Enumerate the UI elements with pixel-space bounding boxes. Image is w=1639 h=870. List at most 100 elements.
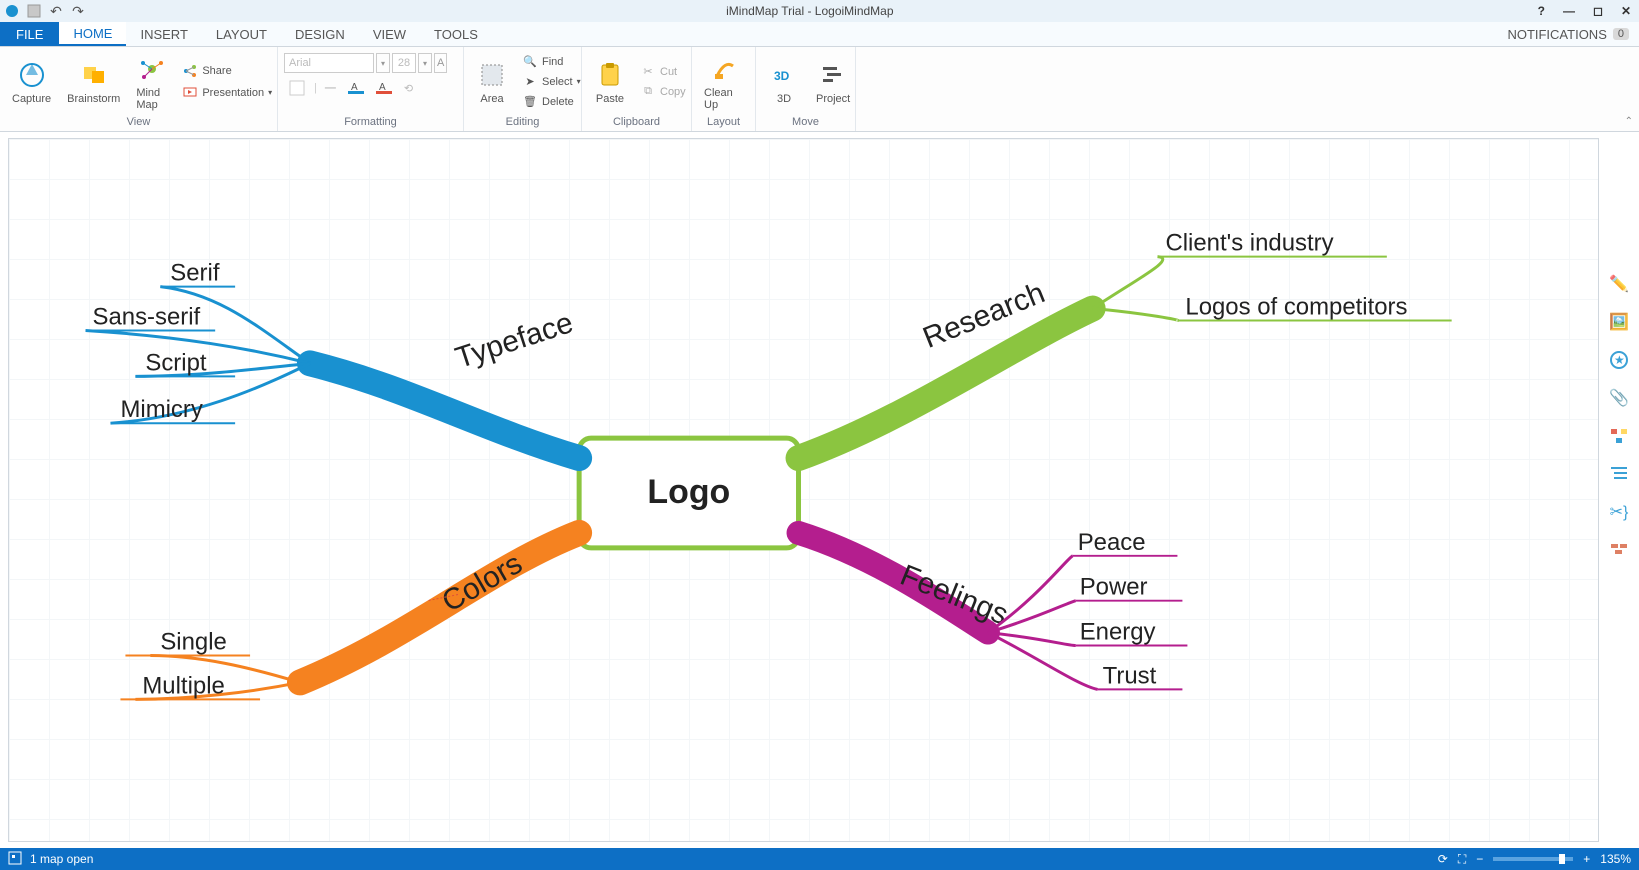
fill-color-button[interactable]: [284, 77, 310, 99]
branch-colors[interactable]: [300, 533, 579, 683]
typeface-child-1[interactable]: Sans-serif: [93, 303, 201, 330]
gantt-icon: [817, 59, 849, 91]
delete-button[interactable]: 🗑Delete: [518, 92, 585, 112]
branch-typeface-label[interactable]: Typeface: [451, 306, 577, 375]
scissors-icon: ✂: [640, 64, 656, 80]
maps-icon[interactable]: [8, 851, 22, 868]
dropdown-icon[interactable]: ▾: [376, 53, 390, 73]
cut-button[interactable]: ✂Cut: [636, 62, 690, 82]
group-label-view: View: [0, 116, 277, 131]
titlebar: ↶ ↷ iMindMap Trial - LogoiMindMap ? — ◻ …: [0, 0, 1639, 22]
branch-colors-label[interactable]: Colors: [437, 547, 528, 619]
paste-button[interactable]: Paste: [588, 57, 632, 107]
tab-layout[interactable]: LAYOUT: [202, 22, 281, 46]
tab-insert[interactable]: INSERT: [126, 22, 201, 46]
feelings-child-1[interactable]: Power: [1080, 574, 1148, 601]
workspace: Logo Typeface Serif Sans-serif Script Mi…: [0, 132, 1639, 848]
capture-label: Capture: [12, 93, 51, 105]
tab-design[interactable]: DESIGN: [281, 22, 359, 46]
group-label-clipboard: Clipboard: [582, 116, 691, 131]
feelings-child-0[interactable]: Peace: [1078, 529, 1146, 556]
svg-text:★: ★: [1614, 353, 1625, 367]
image-icon[interactable]: 🖼️: [1607, 310, 1631, 334]
ribbon-collapse-icon[interactable]: ⌃: [1625, 116, 1633, 127]
dropdown-icon[interactable]: ▾: [418, 53, 432, 73]
maps-open-label[interactable]: 1 map open: [30, 852, 93, 866]
branch-typeface[interactable]: [310, 363, 579, 458]
paste-icon: [594, 59, 626, 91]
canvas[interactable]: Logo Typeface Serif Sans-serif Script Mi…: [8, 138, 1599, 842]
underline-button[interactable]: A: [344, 79, 368, 97]
aperture-icon: [16, 59, 48, 91]
find-button[interactable]: 🔍Find: [518, 52, 585, 72]
tab-home[interactable]: HOME: [59, 22, 126, 46]
tab-view[interactable]: VIEW: [359, 22, 420, 46]
flowchart-icon[interactable]: [1607, 424, 1631, 448]
group-label-layout: Layout: [692, 116, 755, 131]
brick-icon[interactable]: [1607, 538, 1631, 562]
outline-icon[interactable]: [1607, 462, 1631, 486]
mindmap-button[interactable]: Mind Map: [130, 51, 174, 113]
share-label: Share: [202, 65, 231, 77]
typeface-child-2[interactable]: Script: [145, 349, 207, 376]
font-size-select[interactable]: 28: [392, 53, 416, 73]
colors-child-1[interactable]: Multiple: [142, 672, 224, 699]
presentation-button[interactable]: Presentation ▾: [178, 83, 276, 103]
area-button[interactable]: Area: [470, 57, 514, 107]
project-button[interactable]: Project: [810, 57, 856, 107]
snippet-icon[interactable]: ✂}: [1607, 500, 1631, 524]
zoom-level[interactable]: 135%: [1600, 852, 1631, 866]
area-label: Area: [480, 93, 503, 105]
group-label-move: Move: [756, 116, 855, 131]
refresh-icon[interactable]: ⟳: [1438, 852, 1448, 866]
typeface-child-0[interactable]: Serif: [170, 260, 220, 287]
fullscreen-icon[interactable]: ⛶: [1458, 852, 1466, 867]
help-button[interactable]: ?: [1534, 4, 1549, 18]
copy-button[interactable]: ⧉Copy: [636, 82, 690, 102]
zoom-out-icon[interactable]: −: [1476, 852, 1483, 866]
font-color-button[interactable]: A: [372, 79, 396, 97]
brainstorm-button[interactable]: Brainstorm: [61, 57, 126, 107]
capture-button[interactable]: Capture: [6, 57, 57, 107]
central-label[interactable]: Logo: [647, 473, 730, 511]
zoom-slider[interactable]: [1493, 857, 1573, 861]
project-label: Project: [816, 93, 850, 105]
notifications-label[interactable]: NOTIFICATIONS: [1507, 27, 1606, 42]
edit-icon[interactable]: ✏️: [1607, 272, 1631, 296]
feelings-child-2[interactable]: Energy: [1080, 619, 1156, 646]
minimize-button[interactable]: —: [1559, 4, 1579, 18]
font-family-select[interactable]: Arial: [284, 53, 374, 73]
select-button[interactable]: ➤Select▾: [518, 72, 585, 92]
bold-button[interactable]: —: [321, 80, 340, 96]
mindmap-svg: Logo Typeface Serif Sans-serif Script Mi…: [9, 139, 1598, 841]
presentation-icon: [182, 85, 198, 101]
paste-label: Paste: [596, 93, 624, 105]
group-label-formatting: Formatting: [278, 116, 463, 131]
ribbon: Capture Brainstorm Mind Map Share Presen…: [0, 47, 1639, 132]
research-child-1[interactable]: Logos of competitors: [1185, 294, 1407, 321]
3d-button[interactable]: 3D 3D: [762, 57, 806, 107]
typeface-child-3[interactable]: Mimicry: [120, 396, 202, 423]
undo-icon[interactable]: ↶: [48, 3, 64, 19]
search-icon: 🔍: [522, 54, 538, 70]
cleanup-button[interactable]: Clean Up: [698, 51, 749, 113]
brainstorm-label: Brainstorm: [67, 93, 120, 105]
mindmap-label: Mind Map: [136, 87, 168, 111]
colors-child-0[interactable]: Single: [160, 629, 227, 656]
tab-tools[interactable]: TOOLS: [420, 22, 492, 46]
broom-icon: [708, 53, 740, 85]
close-button[interactable]: ✕: [1617, 4, 1635, 18]
zoom-in-icon[interactable]: +: [1583, 852, 1590, 866]
clear-format-button[interactable]: ⟲: [400, 80, 417, 97]
redo-icon[interactable]: ↷: [70, 3, 86, 19]
attachment-icon[interactable]: 📎: [1607, 386, 1631, 410]
share-button[interactable]: Share: [178, 61, 276, 81]
shrink-font-icon[interactable]: A: [434, 53, 447, 73]
research-child-0[interactable]: Client's industry: [1165, 230, 1333, 257]
feelings-child-3[interactable]: Trust: [1103, 662, 1157, 689]
save-icon[interactable]: [26, 3, 42, 19]
star-icon[interactable]: ★: [1607, 348, 1631, 372]
trash-icon: 🗑: [522, 94, 538, 110]
maximize-button[interactable]: ◻: [1589, 4, 1607, 18]
file-tab[interactable]: FILE: [0, 22, 59, 46]
